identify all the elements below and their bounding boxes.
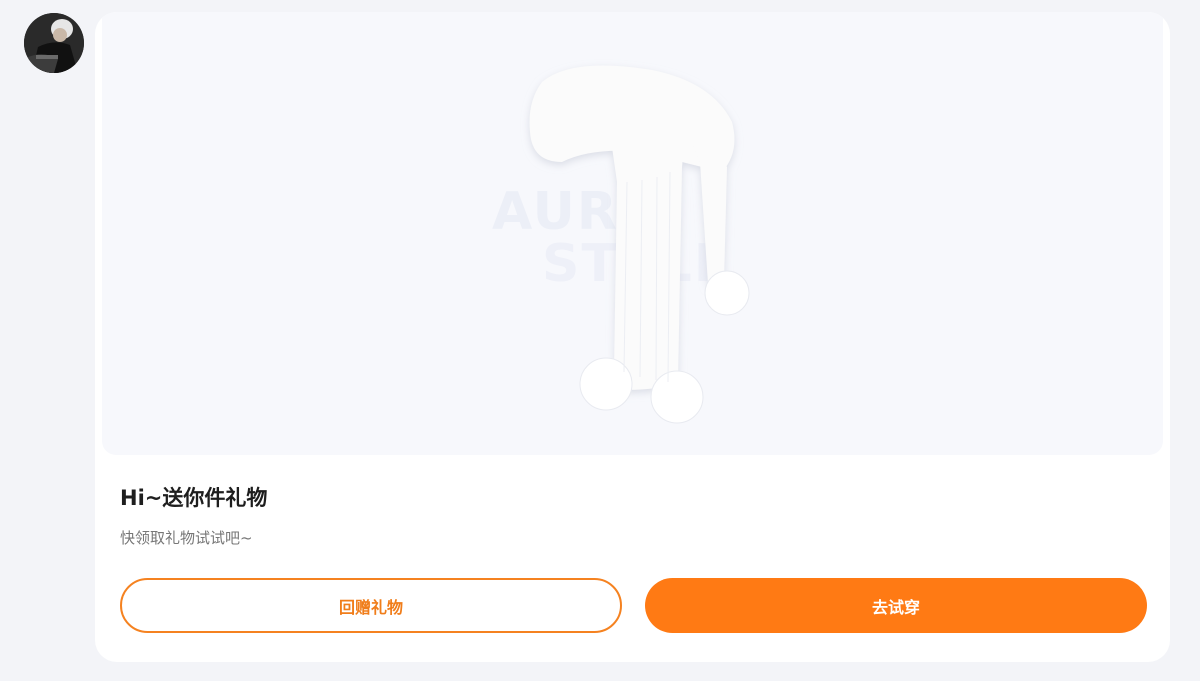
avatar[interactable] bbox=[24, 13, 84, 73]
return-gift-button[interactable]: 回赠礼物 bbox=[120, 578, 622, 633]
user-avatar-icon bbox=[24, 13, 84, 73]
try-on-button[interactable]: 去试穿 bbox=[645, 578, 1147, 633]
gift-title: Hi~送你件礼物 bbox=[120, 486, 268, 510]
gift-card: AUR STYLE bbox=[95, 12, 1170, 662]
gift-subtitle: 快领取礼物试试吧~ bbox=[120, 529, 253, 547]
gift-image[interactable]: AUR STYLE bbox=[102, 12, 1163, 455]
white-scarf-image bbox=[529, 65, 750, 424]
